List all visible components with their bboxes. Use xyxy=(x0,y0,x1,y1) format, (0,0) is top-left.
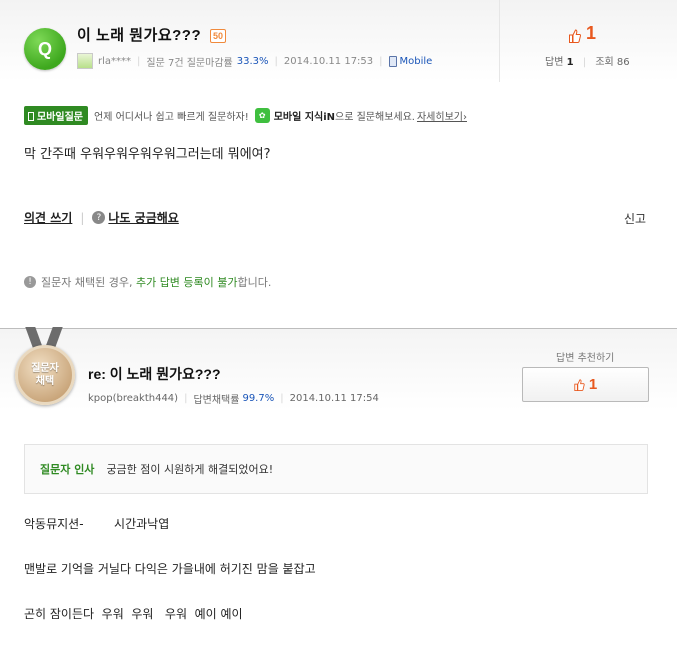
points-badge: 50 xyxy=(210,29,227,43)
asker-greeting: 질문자 인사 궁금한 점이 시원하게 해결되었어요! xyxy=(24,444,648,494)
author-name[interactable]: rla**** xyxy=(98,56,131,67)
mobile-icon xyxy=(388,55,397,67)
kin-app-icon: ✿ xyxy=(254,108,270,123)
more-info-link[interactable]: 자세히보기› xyxy=(417,108,467,123)
author-rate: 33.3% xyxy=(236,55,269,67)
question-body: 막 간주때 우워우워우워우워그러는데 뭐에여? xyxy=(24,147,271,162)
answer-line: 악동뮤지션- 시간과낙엽 xyxy=(24,517,170,531)
answer-meta: kpop(breakth444) | 답변채택률 99.7% | 2014.10… xyxy=(88,393,379,406)
recommend-label: 답변 추천하기 xyxy=(556,353,615,364)
answer-title: re: 이 노래 뭔가요??? xyxy=(88,366,221,382)
greeting-label: 질문자 인사 xyxy=(40,463,95,476)
question-meta: rla**** | 질문 7건 질문마감률 33.3% | 2014.10.11… xyxy=(77,53,432,69)
question-stats: 답변 1 | 조회 86 xyxy=(545,57,630,68)
question-date: 2014.10.11 17:53 xyxy=(283,55,374,67)
thumbs-up-icon xyxy=(569,29,581,43)
avatar[interactable] xyxy=(77,53,93,69)
question-mark-icon: ? xyxy=(92,211,106,224)
phone-icon xyxy=(28,112,34,121)
answer-line: 곤히 잠이든다 우워 우워 우워 예이 예이 xyxy=(24,607,243,621)
header-divider xyxy=(499,0,500,82)
recommend-button[interactable]: 1 xyxy=(522,367,649,402)
adopted-medal-icon: 질문자 채택 xyxy=(15,345,75,405)
question-title: 이 노래 뭔가요??? xyxy=(77,27,202,44)
mobile-promo: 모바일질문 언제 어디서나 쉽고 빠르게 질문하자! ✿ 모바일 지식iN 으로… xyxy=(24,106,467,125)
mobile-kin-label: 모바일 지식iN xyxy=(273,112,336,123)
author-stats: 질문 7건 질문마감률 xyxy=(146,57,233,69)
answer-line: 맨발로 기억을 거닐다 다익은 가을내에 허기진 맘을 붙잡고 xyxy=(24,562,316,576)
recommend-count: 1 xyxy=(588,376,598,393)
answer-date: 2014.10.11 17:54 xyxy=(289,393,379,404)
greeting-text: 궁금한 점이 시원하게 해결되었어요! xyxy=(106,463,274,476)
curious-button[interactable]: 나도 궁금해요 xyxy=(108,209,178,226)
warning-icon: ! xyxy=(24,276,36,288)
mobile-question-tag: 모바일질문 xyxy=(24,106,88,125)
comment-button[interactable]: 의견 쓰기 xyxy=(24,209,72,226)
adopt-rate: 99.7% xyxy=(242,393,275,404)
answer-author[interactable]: kpop(breakth444) xyxy=(88,393,178,404)
thumbs-up-icon xyxy=(574,378,585,391)
question-actions: 의견 쓰기 | ? 나도 궁금해요 xyxy=(24,209,179,226)
adopted-notice: ! 질문자 채택된 경우, 추가 답변 등록이 불가 합니다. xyxy=(24,274,271,290)
like-count: 1 xyxy=(586,23,597,43)
question-badge: Q xyxy=(24,28,66,70)
report-button[interactable]: 신고 xyxy=(624,210,646,227)
device-label: Mobile xyxy=(399,55,433,67)
